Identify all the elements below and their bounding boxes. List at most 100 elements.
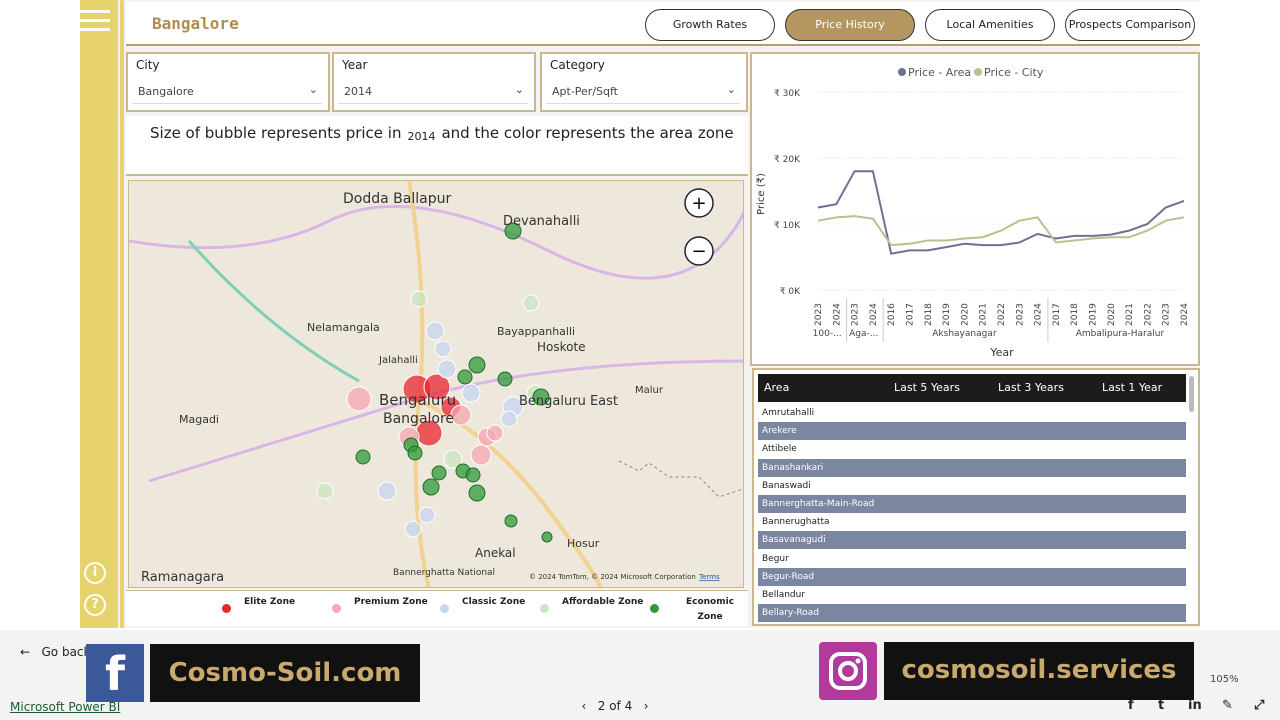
page-indicator: 2 of 4 (597, 699, 633, 713)
chevron-down-icon[interactable]: ⌄ (309, 83, 318, 96)
page-title: Bangalore (152, 14, 239, 33)
map-bubble[interactable] (497, 371, 513, 387)
next-page-icon[interactable]: › (644, 699, 649, 713)
map-border (618, 460, 743, 498)
legend-label: Premium Zone (354, 597, 428, 607)
map-bubble[interactable] (355, 449, 371, 465)
tab-local-amenities[interactable]: Local Amenities (925, 9, 1055, 41)
caption-box: Size of bubble represents price in 2014 an… (126, 116, 748, 176)
help-icon[interactable]: ? (84, 594, 106, 616)
left-gutter (0, 0, 80, 630)
table-row[interactable]: Arekere (758, 422, 1186, 441)
info-icon[interactable]: i (84, 562, 106, 584)
page-navigator[interactable]: ‹ 2 of 4 › (570, 699, 660, 713)
fullscreen-icon[interactable]: ⤢ (1254, 698, 1264, 713)
map-bubble[interactable] (468, 356, 486, 374)
price-history-chart[interactable]: ₹ 0K ₹ 10K ₹ 20K ₹ 30K 2023 2024 2023 2024 2016 2… (750, 52, 1200, 366)
map-terms-link[interactable]: Terms (698, 573, 720, 581)
map-bubble[interactable] (404, 520, 422, 538)
map-place-label: Ramanagara (141, 570, 224, 585)
x-group-label: Akshayanagar (932, 329, 997, 339)
city-slicer[interactable]: City Bangalore ⌄ (126, 52, 330, 112)
map-bubble[interactable] (410, 290, 428, 308)
map-place-label: Anekal (475, 546, 516, 560)
map-bubble[interactable] (431, 465, 447, 481)
table-row[interactable]: Bannerghatta-Main-Road (758, 495, 1186, 513)
map-svg[interactable]: Dodda Ballapur Devanahalli Nelamangala Baya… (129, 181, 744, 588)
category-slicer-value[interactable]: Apt-Per/Sqft (546, 82, 740, 104)
legend-item-economic: Economic Zone (650, 595, 748, 625)
table-row[interactable]: Amrutahalli (758, 404, 1186, 422)
zone-legend: Elite Zone Premium Zone Classic Zone Aff… (126, 590, 748, 626)
map-bubble[interactable] (346, 386, 372, 412)
zoom-in-icon[interactable]: + (691, 193, 706, 214)
zoom-out-icon[interactable]: − (691, 241, 706, 262)
column-header-area[interactable]: Area (764, 381, 789, 394)
table-row[interactable]: Banashankari (758, 458, 1186, 477)
chevron-down-icon[interactable]: ⌄ (515, 83, 524, 96)
year-slicer-value[interactable]: 2014 (338, 82, 528, 104)
map-bubble[interactable] (418, 506, 436, 524)
map-bubble[interactable] (407, 445, 423, 461)
map-bubble[interactable] (437, 359, 457, 379)
linkedin-share-icon[interactable]: in (1188, 698, 1202, 713)
zoom-level[interactable]: 105% (1210, 674, 1239, 685)
legend-entry[interactable]: Price - Area (908, 66, 971, 79)
table-row[interactable]: Basavanagudi (758, 531, 1186, 550)
map-place-label: Bangalore (383, 411, 454, 427)
hamburger-menu-icon[interactable] (80, 10, 110, 34)
legend-entry[interactable]: Price - City (984, 66, 1044, 79)
table-row[interactable]: Begur (758, 550, 1186, 568)
go-back-button[interactable]: ← Go back (20, 645, 90, 659)
x-group-label: 100-... (813, 329, 842, 339)
table-row[interactable]: Attibele (758, 440, 1186, 458)
table-row[interactable]: Bannerughatta (758, 513, 1186, 531)
facebook-share-icon[interactable]: f (1128, 698, 1134, 713)
chevron-down-icon[interactable]: ⌄ (727, 83, 736, 96)
map-bubble[interactable] (500, 410, 518, 428)
legend-label: Economic Zone (685, 597, 735, 622)
column-header-last-5-years[interactable]: Last 5 Years (894, 381, 960, 394)
column-header-last-3-years[interactable]: Last 3 Years (998, 381, 1064, 394)
table-scrollbar[interactable] (1189, 376, 1194, 412)
map-bubble[interactable] (541, 531, 553, 543)
x-tick-label: 2024 (832, 303, 842, 326)
map-bubble[interactable] (465, 467, 481, 483)
map-bubble[interactable] (486, 424, 504, 442)
map-bubble[interactable] (468, 484, 486, 502)
map-bubble[interactable] (434, 340, 452, 358)
tab-prospects-comparison[interactable]: Prospects Comparison (1065, 9, 1195, 41)
legend-item-classic: Classic Zone (440, 595, 525, 613)
map-bubble[interactable] (504, 514, 518, 528)
map-bubble[interactable] (461, 383, 481, 403)
map-bubbles[interactable] (316, 222, 553, 543)
map-bubble[interactable] (422, 478, 440, 496)
bubble-map[interactable]: Dodda Ballapur Devanahalli Nelamangala Baya… (128, 180, 744, 588)
series-line[interactable] (817, 170, 1185, 255)
year-slicer[interactable]: Year 2014 ⌄ (332, 52, 536, 112)
map-bubble[interactable] (522, 294, 540, 312)
tab-price-history[interactable]: Price History (785, 9, 915, 41)
map-bubble[interactable] (425, 321, 445, 341)
map-bubble[interactable] (457, 369, 473, 385)
x-tick-label: 2019 (1089, 303, 1099, 326)
edit-icon[interactable]: ✎ (1222, 698, 1233, 713)
table-row[interactable]: Bellandur (758, 586, 1186, 604)
column-header-last-1-year[interactable]: Last 1 Year (1102, 381, 1162, 394)
instagram-logo-icon (819, 642, 877, 700)
map-bubble[interactable] (377, 481, 397, 501)
category-slicer[interactable]: Category Apt-Per/Sqft ⌄ (540, 52, 748, 112)
city-slicer-value[interactable]: Bangalore (132, 82, 322, 104)
table-row[interactable]: Banaswadi (758, 477, 1186, 495)
map-highway (187, 240, 360, 383)
power-bi-link[interactable]: Microsoft Power BI (10, 700, 120, 714)
map-bubble[interactable] (316, 482, 334, 500)
map-bubble[interactable] (470, 444, 492, 466)
line-chart-svg[interactable]: ₹ 0K ₹ 10K ₹ 20K ₹ 30K 2023 2024 2023 2024 2016 2… (752, 54, 1198, 364)
prev-page-icon[interactable]: ‹ (582, 699, 587, 713)
tab-growth-rates[interactable]: Growth Rates (645, 9, 775, 41)
twitter-share-icon[interactable]: t (1158, 698, 1164, 713)
table-row[interactable]: Bellary-Road (758, 604, 1186, 623)
growth-table[interactable]: Area Last 5 Years Last 3 Years Last 1 Ye… (752, 368, 1200, 626)
table-row[interactable]: Begur-Road (758, 567, 1186, 586)
